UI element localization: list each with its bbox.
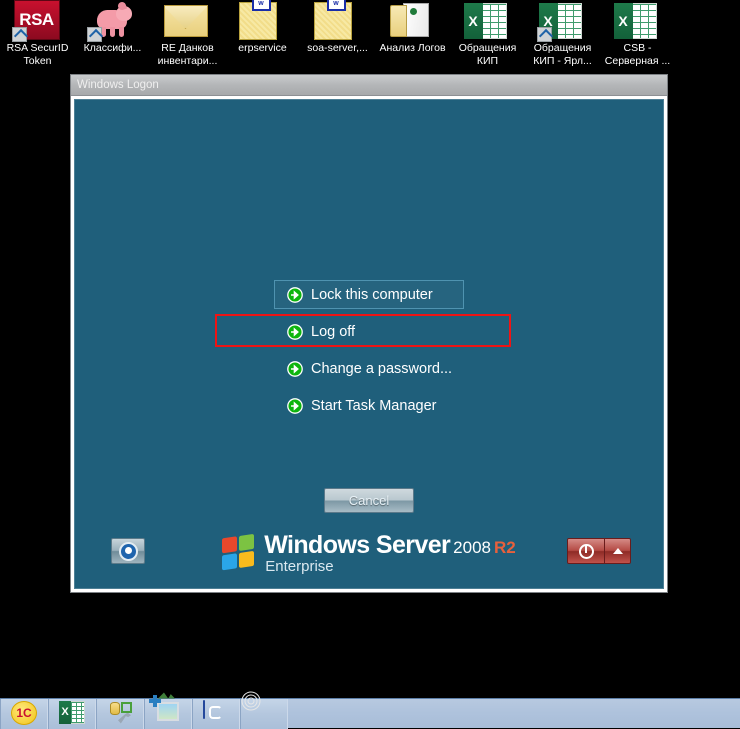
desktop-icon-analiz-logov[interactable]: Анализ Логов: [375, 0, 450, 55]
green-arrow-icon: [287, 286, 303, 303]
database-tool-icon: [107, 701, 133, 727]
product-edition: Enterprise: [265, 558, 334, 575]
shortcut-overlay-icon: [86, 27, 102, 42]
taskbar-item-blue-loop-app[interactable]: [192, 698, 240, 729]
green-arrow-icon: [287, 397, 303, 414]
desktop-icon-erpservice[interactable]: w erpservice: [225, 0, 300, 55]
power-options-group: [567, 538, 631, 564]
option-label: Change a password...: [311, 360, 453, 377]
desktop-icon-label: RE Данков инвентари...: [157, 42, 218, 67]
logon-options-list: Lock this computer Log off Change a pass…: [75, 280, 663, 428]
taskbar: 1C X: [0, 691, 740, 729]
taskbar-item-1c[interactable]: 1C: [0, 698, 48, 729]
shortcut-overlay-icon: [11, 27, 27, 42]
option-label: Start Task Manager: [311, 397, 437, 414]
cancel-button-row: Cancel: [75, 488, 663, 513]
desktop-icon-row: RSA RSA SecurID Token Классифи... RE Дан…: [0, 0, 740, 74]
desktop-icon-label: Обращения КИП: [458, 42, 517, 67]
green-arrow-icon: [287, 323, 303, 340]
ease-of-access-button[interactable]: [111, 538, 145, 564]
excel-icon: X: [536, 0, 587, 42]
product-release: R2: [493, 538, 516, 557]
blue-loop-app-icon: [203, 699, 229, 727]
option-change-a-password[interactable]: Change a password...: [274, 354, 464, 383]
desktop-icon-re-dankov[interactable]: RE Данков инвентари...: [150, 0, 225, 67]
desktop-icon-label: Обращения КИП - Ярл...: [533, 42, 592, 67]
windows-logo-icon: [222, 533, 256, 573]
1c-app-icon: 1C: [11, 700, 37, 727]
taskbar-item-excel[interactable]: X: [48, 698, 96, 729]
branding-text: Windows Server 2008 R2 Enterprise: [264, 531, 516, 576]
option-lock-this-computer[interactable]: Lock this computer: [274, 280, 464, 309]
folder-icon: [389, 0, 437, 40]
desktop-icon-label: erpservice: [238, 42, 287, 54]
power-options-expand-button[interactable]: [605, 539, 630, 563]
product-version: 2008: [453, 538, 491, 557]
taskbar-item-audio-wireless[interactable]: [240, 691, 288, 729]
audio-wireless-icon: [241, 691, 277, 727]
power-button[interactable]: [568, 539, 605, 563]
windows-logon-dialog: Windows Logon Lock this computer Log off…: [70, 74, 668, 593]
power-icon: [578, 543, 594, 559]
desktop-icon-klassifikator[interactable]: Классифи...: [75, 0, 150, 55]
desktop-icon-label: CSB - Серверная ...: [604, 42, 671, 67]
excel-icon: X: [613, 0, 662, 40]
desktop-icon-label: RSA SecurID Token: [6, 42, 69, 67]
desktop-icon-csb-servernaya[interactable]: X CSB - Серверная ...: [600, 0, 675, 67]
yellow-file-icon: w: [313, 0, 362, 40]
desktop-icon-label: soa-server,...: [307, 42, 368, 54]
excel-icon: X: [463, 0, 512, 40]
desktop-icon-label: Анализ Логов: [379, 42, 446, 54]
option-start-task-manager[interactable]: Start Task Manager: [274, 391, 464, 420]
desktop-icon-obrashcheniya-kip[interactable]: X Обращения КИП: [450, 0, 525, 67]
product-name: Windows Server: [264, 531, 451, 559]
taskbar-item-database-tool[interactable]: [96, 698, 144, 729]
taskbar-item-image-viewer[interactable]: [144, 692, 192, 729]
option-label: Log off: [311, 323, 356, 340]
caret-up-icon: [612, 548, 623, 554]
dialog-title: Windows Logon: [77, 79, 159, 91]
ease-of-access-icon: [118, 541, 138, 561]
pig-icon: [86, 0, 137, 42]
dialog-body: Lock this computer Log off Change a pass…: [74, 99, 664, 589]
rsa-securid-icon: RSA: [11, 0, 62, 42]
green-arrow-icon: [287, 360, 303, 377]
desktop-icon-obrashcheniya-kip-shortcut[interactable]: X Обращения КИП - Ярл...: [525, 0, 600, 67]
envelope-icon: [163, 0, 212, 40]
desktop-icon-rsa-securid-token[interactable]: RSA RSA SecurID Token: [0, 0, 75, 67]
excel-icon: X: [59, 700, 85, 727]
desktop-icon-label: Классифи...: [83, 42, 142, 54]
option-log-off[interactable]: Log off: [274, 317, 464, 346]
option-label: Lock this computer: [311, 286, 433, 303]
yellow-file-icon: w: [238, 0, 287, 40]
image-viewer-icon: [149, 692, 181, 727]
desktop-icon-soa-server[interactable]: w soa-server,...: [300, 0, 375, 55]
shortcut-overlay-icon: [536, 27, 552, 42]
cancel-button[interactable]: Cancel: [324, 488, 414, 513]
dialog-title-bar: Windows Logon: [71, 75, 667, 96]
